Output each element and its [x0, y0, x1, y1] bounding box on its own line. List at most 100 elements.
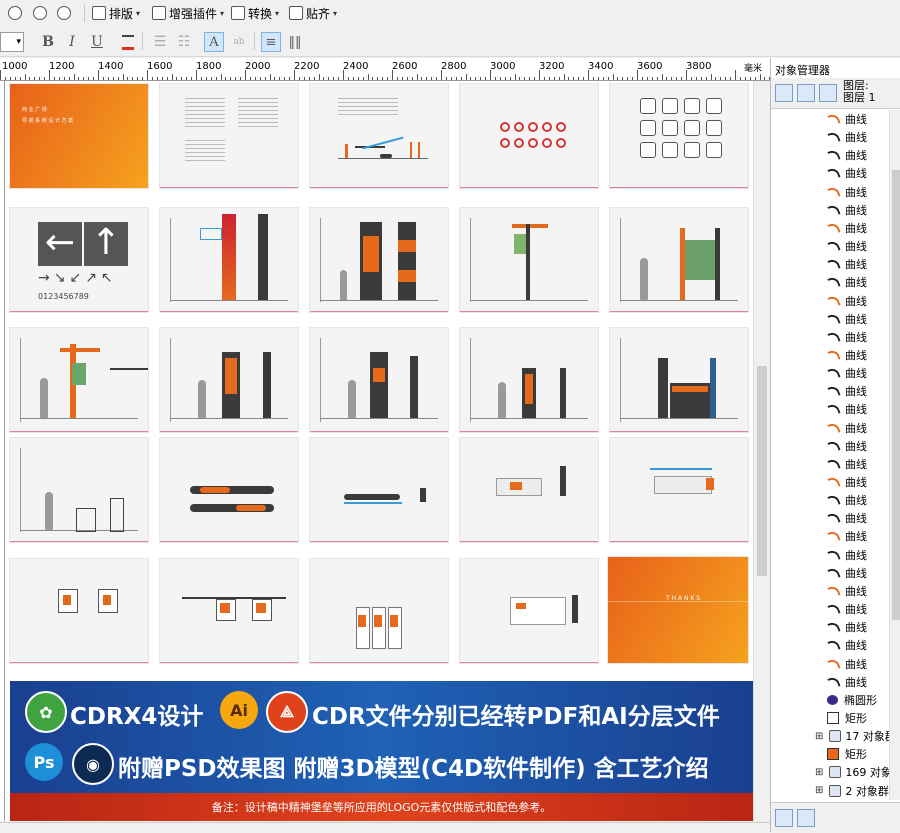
tree-item[interactable]: 曲线: [827, 382, 867, 400]
tree-item[interactable]: 曲线: [827, 273, 867, 291]
tree-item[interactable]: 曲线: [827, 183, 867, 201]
menu-plugins[interactable]: 增强插件 ▾: [152, 4, 224, 22]
tree-item[interactable]: 曲线: [827, 146, 867, 164]
page-text-intro[interactable]: [160, 84, 298, 188]
tree-item[interactable]: 曲线: [827, 582, 867, 600]
tree-item[interactable]: 曲线: [827, 292, 867, 310]
page-totem-2[interactable]: [310, 208, 448, 312]
tree-item[interactable]: 曲线: [827, 255, 867, 273]
expand-icon[interactable]: ⊞: [815, 785, 823, 796]
page-hanging-sign-1[interactable]: [160, 438, 298, 542]
tree-item[interactable]: 曲线: [827, 164, 867, 182]
text-frame-icon[interactable]: A: [204, 32, 224, 52]
page-lamp-sign[interactable]: [460, 208, 598, 312]
tree-item[interactable]: 曲线: [827, 310, 867, 328]
panel-scrollbar[interactable]: [889, 110, 900, 800]
tree-item[interactable]: 曲线: [827, 636, 867, 654]
canvas-vertical-scrollbar[interactable]: [753, 81, 770, 821]
edit-layers-icon[interactable]: [797, 84, 815, 102]
zoom-fit-icon[interactable]: [57, 4, 74, 22]
expand-icon[interactable]: ⊞: [815, 731, 823, 742]
vertical-text-icon[interactable]: ‖‖: [285, 32, 305, 52]
page-pictograms[interactable]: [610, 84, 748, 188]
tree-item[interactable]: 曲线: [827, 128, 867, 146]
page-gate-sign[interactable]: [10, 328, 148, 432]
zoom-in-icon[interactable]: [8, 4, 25, 22]
tree-item[interactable]: 曲线: [827, 618, 867, 636]
tree-item[interactable]: 曲线: [827, 473, 867, 491]
underline-button[interactable]: U: [87, 32, 107, 52]
tree-item[interactable]: 曲线: [827, 509, 867, 527]
page-thanks[interactable]: T H A N K S: [608, 557, 748, 663]
page-pillar-2[interactable]: [310, 328, 448, 432]
ruler-tick: [367, 74, 369, 80]
tree-item[interactable]: 矩形: [827, 709, 867, 727]
tree-item[interactable]: ⊞ 169 对象群组: [815, 763, 889, 781]
tree-item[interactable]: 曲线: [827, 564, 867, 582]
page-hanging-sign-3[interactable]: [460, 438, 598, 542]
tree-item[interactable]: 曲线: [827, 655, 867, 673]
tree-item[interactable]: 矩形: [827, 745, 867, 763]
page-prohibition-icons[interactable]: [460, 84, 598, 188]
page-pillar-1[interactable]: [160, 328, 298, 432]
tree-item[interactable]: 曲线: [827, 201, 867, 219]
page-double-sign[interactable]: [160, 559, 298, 663]
menu-layout[interactable]: 排版 ▾: [92, 4, 140, 22]
page-blade-sign[interactable]: [10, 559, 148, 663]
tree-item[interactable]: 椭圆形: [827, 691, 877, 709]
page-totem-1[interactable]: [160, 208, 298, 312]
tree-item[interactable]: 曲线: [827, 455, 867, 473]
font-size-dropdown[interactable]: ▾: [0, 32, 24, 52]
page-layout-plan[interactable]: [310, 84, 448, 188]
menu-snap[interactable]: 贴齐 ▾: [289, 4, 337, 22]
page-pillar-3[interactable]: [460, 328, 598, 432]
page-hanging-sign-4[interactable]: [610, 438, 748, 542]
expand-icon[interactable]: ⊞: [815, 767, 823, 778]
horizontal-text-icon[interactable]: ≡: [261, 32, 281, 52]
new-master-layer-icon[interactable]: [797, 809, 815, 827]
horizontal-ruler[interactable]: 1000 1200 1400 1600 1800 2000 2200 2400 …: [0, 58, 770, 81]
page-kiosk[interactable]: [610, 328, 748, 432]
layer-manager-icon[interactable]: [819, 84, 837, 102]
dropcap-icon[interactable]: ☷: [174, 32, 194, 52]
tree-item[interactable]: 曲线: [827, 219, 867, 237]
tree-item-label: 曲线: [845, 603, 867, 617]
tree-item[interactable]: ⊞ 2 对象群组: [815, 782, 889, 800]
scrollbar-thumb[interactable]: [892, 170, 900, 620]
menu-convert[interactable]: 转换 ▾: [231, 4, 279, 22]
tree-item[interactable]: 曲线: [827, 400, 867, 418]
ruler-tick: [592, 77, 594, 80]
scrollbar-thumb[interactable]: [757, 366, 767, 576]
tree-item[interactable]: 曲线: [827, 673, 867, 691]
page-hanging-sign-2[interactable]: [310, 438, 448, 542]
drawing-canvas[interactable]: 商 业 广 场 导 视 系 统 设 计 方 案 ← ↑ →↘↙↗↖ 012345…: [5, 81, 753, 821]
tree-item[interactable]: 曲线: [827, 491, 867, 509]
page-wall-sign[interactable]: [460, 559, 598, 663]
page-standing-signs[interactable]: [310, 559, 448, 663]
zoom-page-icon[interactable]: [33, 4, 50, 22]
tree-item[interactable]: 曲线: [827, 237, 867, 255]
tree-item[interactable]: ⊞ 17 对象群组: [815, 727, 889, 745]
tree-item[interactable]: 曲线: [827, 110, 867, 128]
text-color-icon[interactable]: [118, 32, 138, 52]
page-cover[interactable]: 商 业 广 场 导 视 系 统 设 计 方 案: [10, 84, 148, 188]
tree-item[interactable]: 曲线: [827, 346, 867, 364]
tree-item[interactable]: 曲线: [827, 328, 867, 346]
bullet-list-icon[interactable]: ☰: [150, 32, 170, 52]
page-gate-bar[interactable]: [10, 438, 148, 542]
tree-item[interactable]: 曲线: [827, 437, 867, 455]
tree-item[interactable]: 曲线: [827, 600, 867, 618]
tree-item[interactable]: 曲线: [827, 527, 867, 545]
object-tree[interactable]: 曲线 曲线 曲线 曲线 曲线 曲线 曲线 曲线 曲线 曲线 曲线 曲线 曲线 曲线 曲线 曲线 曲线 曲线 曲线 曲线…: [771, 110, 889, 810]
bold-button[interactable]: B: [38, 32, 58, 52]
italic-button[interactable]: I: [62, 32, 82, 52]
canvas-horizontal-scrollbar[interactable]: [0, 822, 770, 833]
tree-item[interactable]: 曲线: [827, 364, 867, 382]
text-fit-icon[interactable]: ab: [229, 32, 249, 52]
show-properties-icon[interactable]: [775, 84, 793, 102]
tree-item[interactable]: 曲线: [827, 546, 867, 564]
page-billboard[interactable]: [610, 208, 748, 312]
tree-item[interactable]: 曲线: [827, 419, 867, 437]
page-arrows[interactable]: ← ↑ →↘↙↗↖ 0123456789: [10, 208, 148, 312]
new-layer-icon[interactable]: [775, 809, 793, 827]
